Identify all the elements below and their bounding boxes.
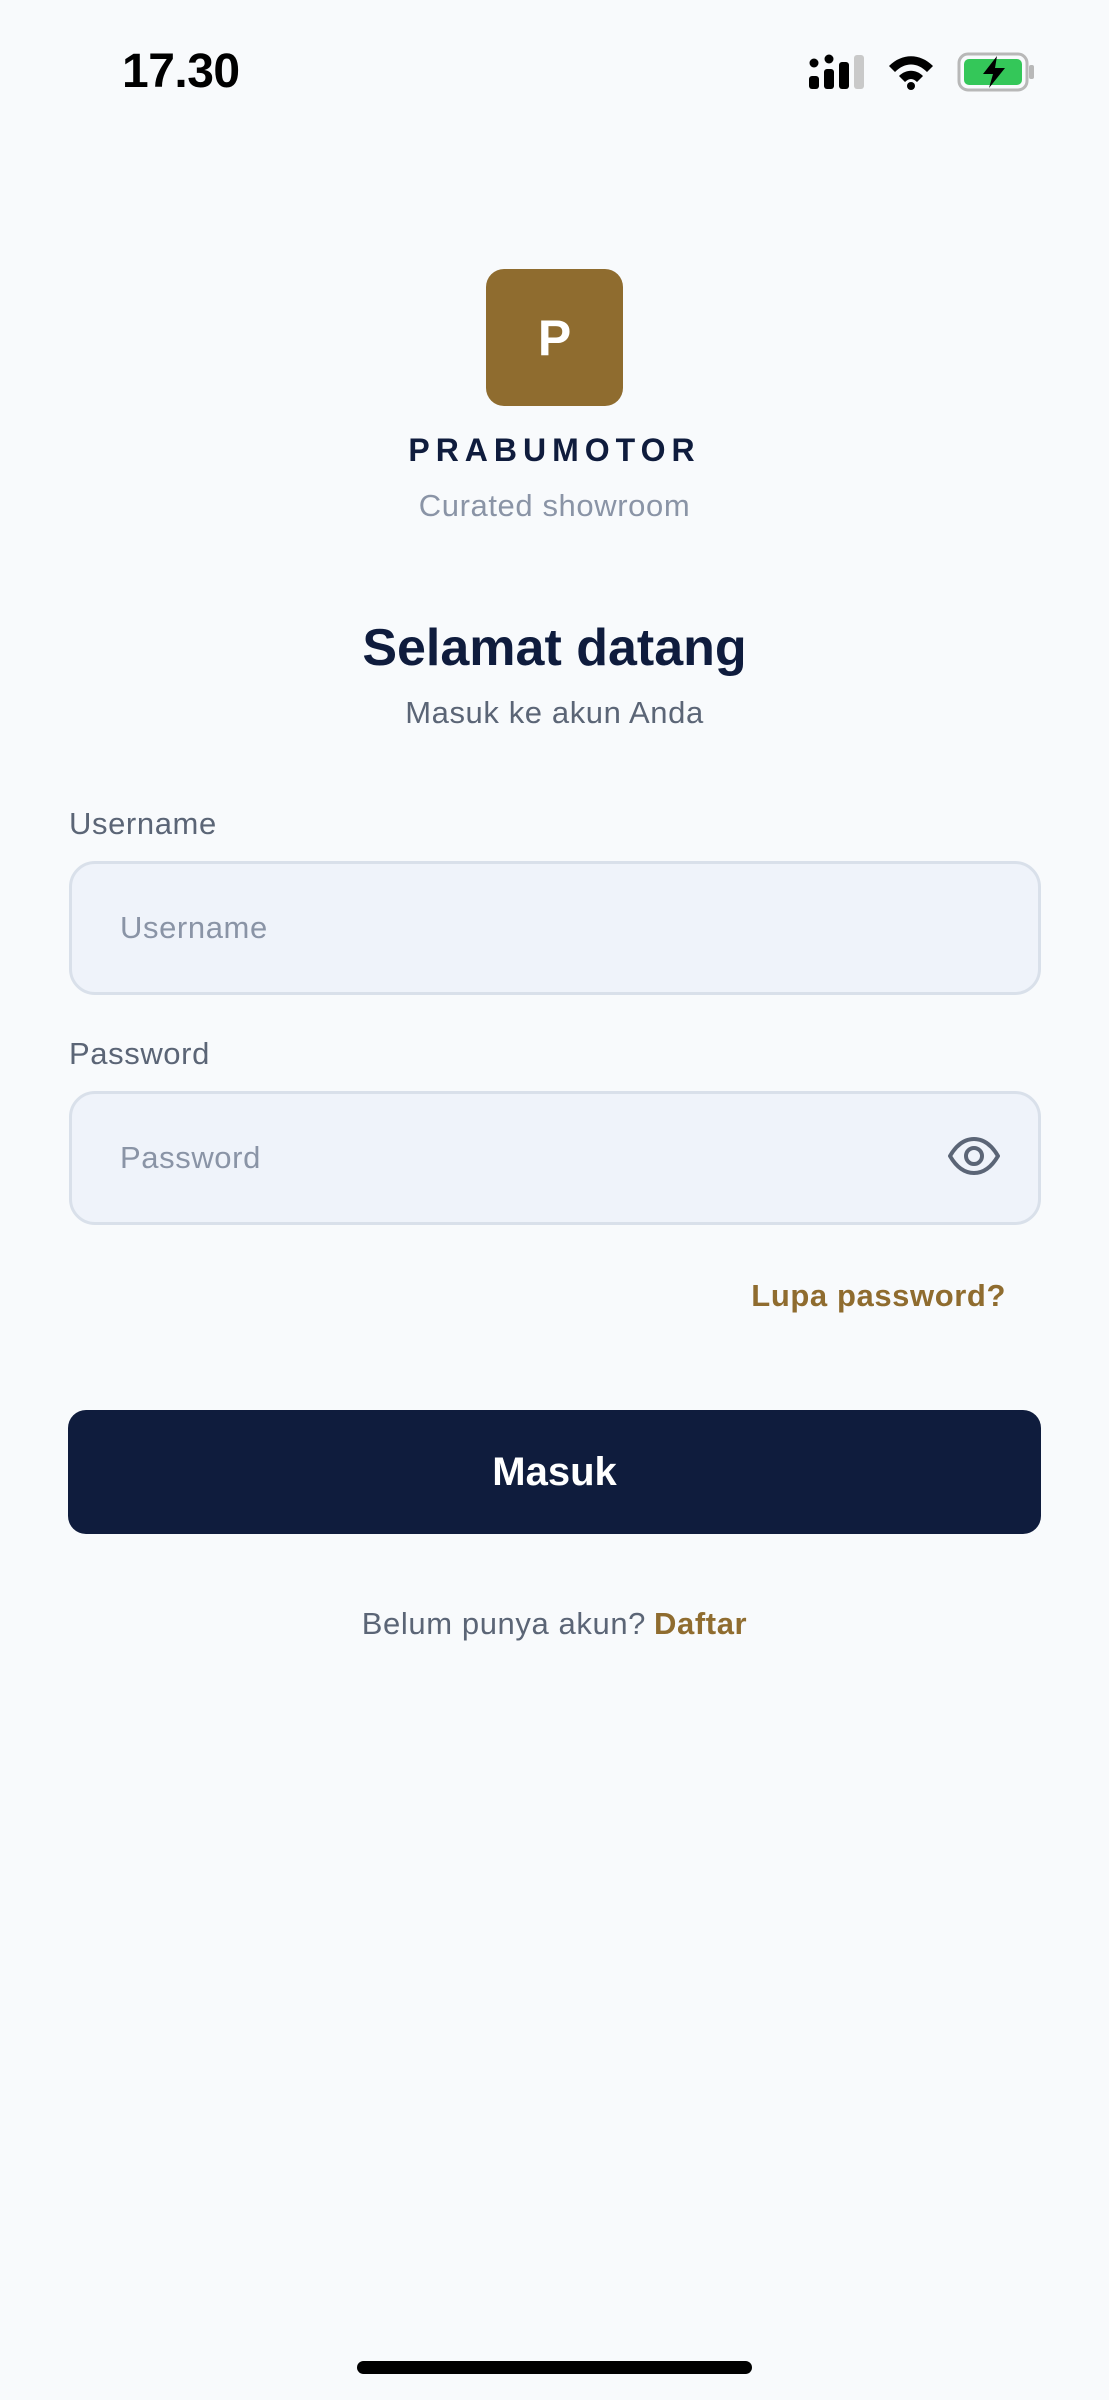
home-indicator[interactable] <box>357 2361 752 2374</box>
password-field[interactable] <box>69 1091 1041 1225</box>
status-icons <box>809 52 1035 97</box>
eye-icon <box>947 1136 1001 1181</box>
cellular-signal-icon <box>809 54 865 95</box>
forgot-password-link[interactable]: Lupa password? <box>751 1278 1006 1314</box>
brand-tagline: Curated showroom <box>418 488 691 523</box>
signup-link[interactable]: Daftar <box>654 1606 747 1641</box>
page-title: Selamat datang <box>362 619 747 677</box>
username-field[interactable] <box>69 861 1041 995</box>
status-bar: 17.30 <box>0 0 1109 140</box>
page-subtitle: Masuk ke akun Anda <box>405 695 704 730</box>
password-input[interactable] <box>120 1094 920 1222</box>
signup-row: Belum punya akun? Daftar <box>0 1606 1109 1642</box>
show-password-toggle[interactable] <box>946 1134 1002 1182</box>
login-button[interactable]: Masuk <box>68 1410 1041 1534</box>
wifi-icon <box>887 54 935 95</box>
username-input[interactable] <box>120 864 920 992</box>
password-label: Password <box>69 1036 210 1071</box>
brand-name: PRABUMOTOR <box>408 432 701 468</box>
signup-prompt: Belum punya akun? <box>361 1606 647 1641</box>
brand-logo: P <box>486 269 623 406</box>
battery-charging-icon <box>957 52 1035 97</box>
logo-letter: P <box>537 309 572 366</box>
status-time: 17.30 <box>122 45 240 98</box>
username-label: Username <box>69 806 217 841</box>
